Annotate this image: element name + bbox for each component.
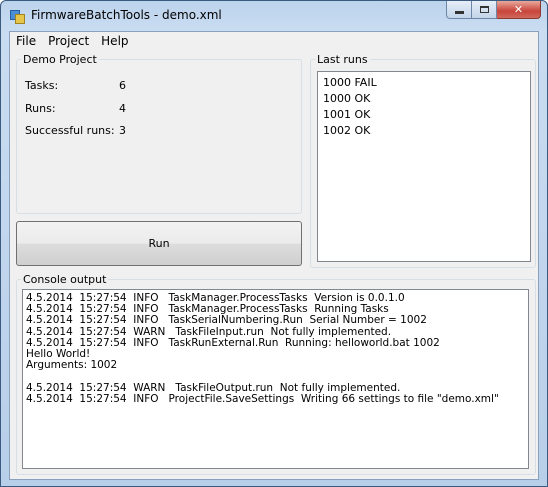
- close-icon: ✕: [513, 3, 524, 16]
- console-line: 4.5.2014 15:27:54 WARN TaskFileOutput.ru…: [26, 381, 401, 394]
- menu-bar: File Project Help: [10, 32, 538, 51]
- project-group: Demo Project Tasks: 6 Runs: 4 Successful…: [16, 53, 302, 214]
- maximize-button[interactable]: [472, 1, 497, 19]
- menu-project[interactable]: Project: [42, 32, 95, 51]
- list-item[interactable]: 1002 OK: [318, 123, 530, 139]
- run-button-label: Run: [148, 237, 170, 250]
- app-window: FirmwareBatchTools - demo.xml ✕ File Pro…: [0, 0, 548, 487]
- successful-runs-value: 3: [119, 124, 126, 137]
- successful-runs-label: Successful runs:: [25, 124, 115, 137]
- run-button[interactable]: Run: [16, 221, 302, 266]
- window-title: FirmwareBatchTools - demo.xml: [31, 8, 222, 22]
- tasks-value: 6: [119, 79, 126, 92]
- menu-help[interactable]: Help: [95, 32, 134, 51]
- list-item[interactable]: 1000 OK: [318, 91, 530, 107]
- menu-file[interactable]: File: [10, 32, 42, 51]
- list-item[interactable]: 1000 FAIL: [318, 75, 530, 91]
- console-line: 4.5.2014 15:27:54 INFO ProjectFile.SaveS…: [26, 392, 499, 405]
- maximize-icon: [479, 6, 489, 13]
- client-area: File Project Help Demo Project Tasks: 6 …: [9, 31, 539, 480]
- console-line: 4.5.2014 15:27:54 INFO TaskRunExternal.R…: [26, 336, 440, 349]
- minimize-icon: [454, 10, 464, 14]
- runs-label: Runs:: [25, 102, 56, 115]
- console-line: Arguments: 1002: [26, 359, 118, 372]
- last-runs-title: Last runs: [317, 53, 368, 66]
- tasks-label: Tasks:: [25, 79, 59, 92]
- list-item[interactable]: 1001 OK: [318, 107, 530, 123]
- close-button[interactable]: ✕: [497, 1, 541, 19]
- runs-value: 4: [119, 102, 126, 115]
- minimize-button[interactable]: [446, 1, 472, 19]
- project-group-title: Demo Project: [23, 53, 97, 66]
- console-title: Console output: [23, 273, 107, 286]
- console-output[interactable]: 4.5.2014 15:27:54 INFO TaskManager.Proce…: [22, 289, 529, 469]
- window-controls: ✕: [446, 1, 541, 21]
- title-bar[interactable]: FirmwareBatchTools - demo.xml ✕: [1, 1, 547, 31]
- last-runs-list[interactable]: 1000 FAIL 1000 OK 1001 OK 1002 OK: [317, 71, 531, 262]
- console-line: 4.5.2014 15:27:54 INFO TaskSerialNumberi…: [26, 314, 427, 327]
- app-icon[interactable]: [9, 8, 25, 24]
